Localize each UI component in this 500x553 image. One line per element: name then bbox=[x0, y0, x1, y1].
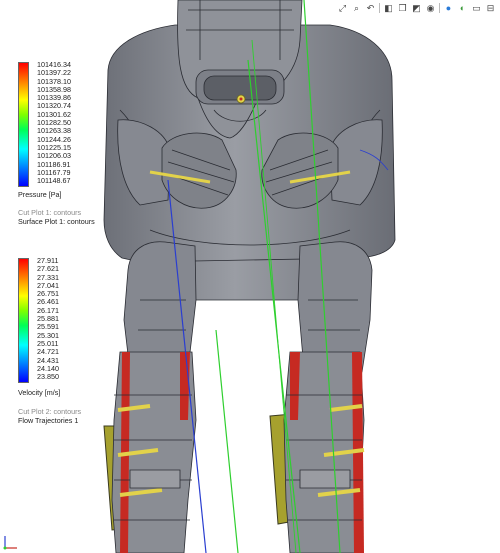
display-style-icon[interactable]: ◩ bbox=[411, 3, 422, 14]
pressure-tick: 101148.67 bbox=[37, 176, 71, 186]
pressure-unit-label: Pressure [Pa] bbox=[18, 190, 62, 199]
cut-plot-2-label[interactable]: Cut Plot 2: contours bbox=[18, 407, 81, 416]
surface-plot-1-label[interactable]: Surface Plot 1: contours bbox=[18, 217, 95, 226]
right-boot bbox=[283, 351, 365, 553]
left-boot bbox=[111, 351, 197, 553]
toolbar-separator bbox=[379, 3, 380, 13]
pressure-ticks: 101416.34 101397.22 101378.10 101358.98 … bbox=[37, 60, 71, 186]
hide-show-icon[interactable]: ◉ bbox=[425, 3, 436, 14]
toolbar-separator bbox=[439, 3, 440, 13]
skier-model[interactable] bbox=[0, 0, 500, 553]
velocity-unit-label: Velocity [m/s] bbox=[18, 388, 61, 397]
graphics-viewport[interactable]: 101416.34 101397.22 101378.10 101358.98 … bbox=[0, 0, 500, 553]
zoom-area-icon[interactable]: ⌕ bbox=[351, 3, 362, 14]
zoom-to-fit-icon[interactable]: ⤢ bbox=[337, 3, 348, 14]
velocity-tick: 23.850 bbox=[37, 372, 59, 382]
view-settings-icon[interactable]: ▭ bbox=[471, 3, 482, 14]
close-icon[interactable]: ⊟ bbox=[485, 3, 496, 14]
previous-view-icon[interactable]: ↶ bbox=[365, 3, 376, 14]
reference-triad-icon bbox=[3, 536, 17, 550]
apply-scene-icon[interactable]: ◐ bbox=[457, 3, 468, 14]
pressure-colorbar bbox=[18, 62, 29, 187]
edit-appearance-icon[interactable]: ● bbox=[443, 3, 454, 14]
section-view-icon[interactable]: ◧ bbox=[383, 3, 394, 14]
flow-trajectories-1-label[interactable]: Flow Trajectories 1 bbox=[18, 416, 78, 425]
heads-up-view-toolbar: ⤢ ⌕ ↶ ◧ ❒ ◩ ◉ ● ◐ ▭ ⊟ bbox=[333, 0, 500, 16]
velocity-ticks: 27.911 27.621 27.331 27.041 26.751 26.46… bbox=[37, 256, 59, 382]
velocity-colorbar bbox=[18, 258, 29, 383]
cut-plot-1-label[interactable]: Cut Plot 1: contours bbox=[18, 208, 81, 217]
view-orientation-icon[interactable]: ❒ bbox=[397, 3, 408, 14]
